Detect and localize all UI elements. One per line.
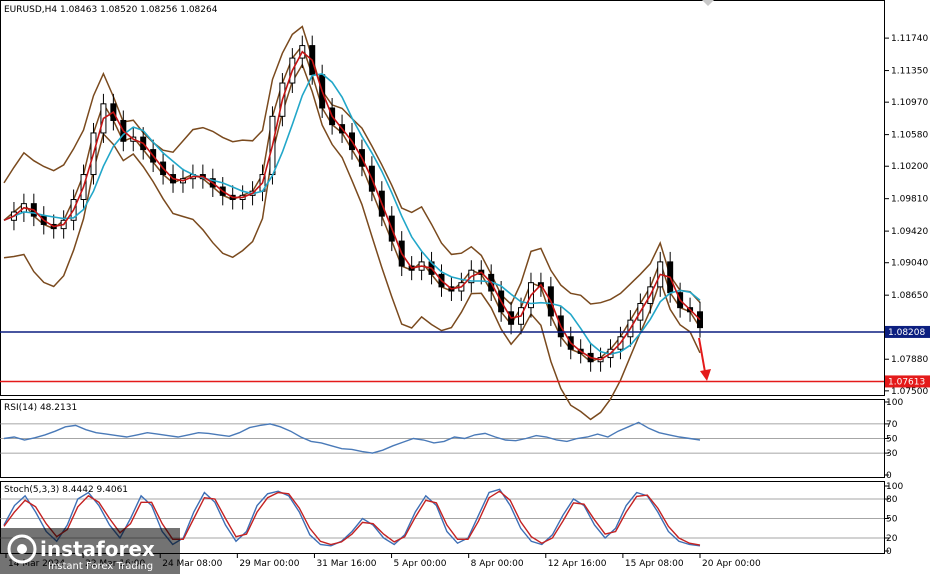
time-tick-label: 20 Apr 00:00 <box>702 559 761 569</box>
price-tick-label: 1.07880 <box>891 355 928 365</box>
rsi-tick-label: 100 <box>886 398 903 408</box>
time-tick-label: 8 Apr 00:00 <box>471 559 524 569</box>
price-axis: 1.11740 1.11350 1.10970 1.10580 1.10200 1.098… <box>884 34 928 397</box>
stoch-title: Stoch(5,3,3) 8.4442 9.4061 <box>4 485 128 495</box>
rsi-title: RSI(14) 48.2131 <box>4 403 77 413</box>
price-tick-label: 1.07500 <box>891 387 928 397</box>
price-tick-label: 1.11740 <box>891 34 928 44</box>
time-tick-label: 12 Apr 16:00 <box>548 559 607 569</box>
symbol-title: EURUSD,H4 <box>4 5 57 15</box>
main-panel <box>0 0 885 396</box>
price-tick-label: 1.10200 <box>891 162 928 172</box>
time-tick-label: 15 Apr 08:00 <box>625 559 684 569</box>
stoch-tick-label: 80 <box>886 495 898 505</box>
stoch-tick-label: 50 <box>886 515 898 525</box>
price-tick-label: 1.11350 <box>891 67 928 77</box>
price-tick-label: 1.09420 <box>891 227 928 237</box>
stoch-tick-label: 20 <box>886 534 898 544</box>
svg-text:instaforex: instaforex <box>40 537 155 561</box>
rsi-tick-label: 70 <box>886 420 898 430</box>
time-tick-label: 31 Mar 16:00 <box>316 559 376 569</box>
time-tick-label: 29 Mar 00:00 <box>239 559 299 569</box>
price-tick-label: 1.09810 <box>891 195 928 205</box>
chart-canvas: 1.082081.07613 1.117401.113501.109701.10… <box>0 0 930 574</box>
price-tick-label: 1.08650 <box>891 291 928 301</box>
stoch-tick-label: 0 <box>886 547 892 557</box>
rsi-tick-label: 30 <box>886 449 898 459</box>
price-tick-label: 1.10970 <box>891 98 928 108</box>
price-tick-label: 1.10580 <box>891 131 928 141</box>
candle-body <box>697 311 703 329</box>
current-price-badge-label: 1.08208 <box>888 328 925 338</box>
instaforex-logo: instaforex Instant Forex Trading <box>0 528 180 574</box>
price-tick-label: 1.09040 <box>891 259 928 269</box>
rsi-tick-label: 50 <box>886 435 898 445</box>
time-tick-label: 5 Apr 00:00 <box>394 559 447 569</box>
stoch-tick-label: 100 <box>886 482 903 492</box>
rsi-tick-label: 0 <box>886 471 892 481</box>
svg-text:Instant Forex Trading: Instant Forex Trading <box>48 561 153 572</box>
ohlc-readout: 1.08463 1.08520 1.08256 1.08264 <box>60 5 218 15</box>
